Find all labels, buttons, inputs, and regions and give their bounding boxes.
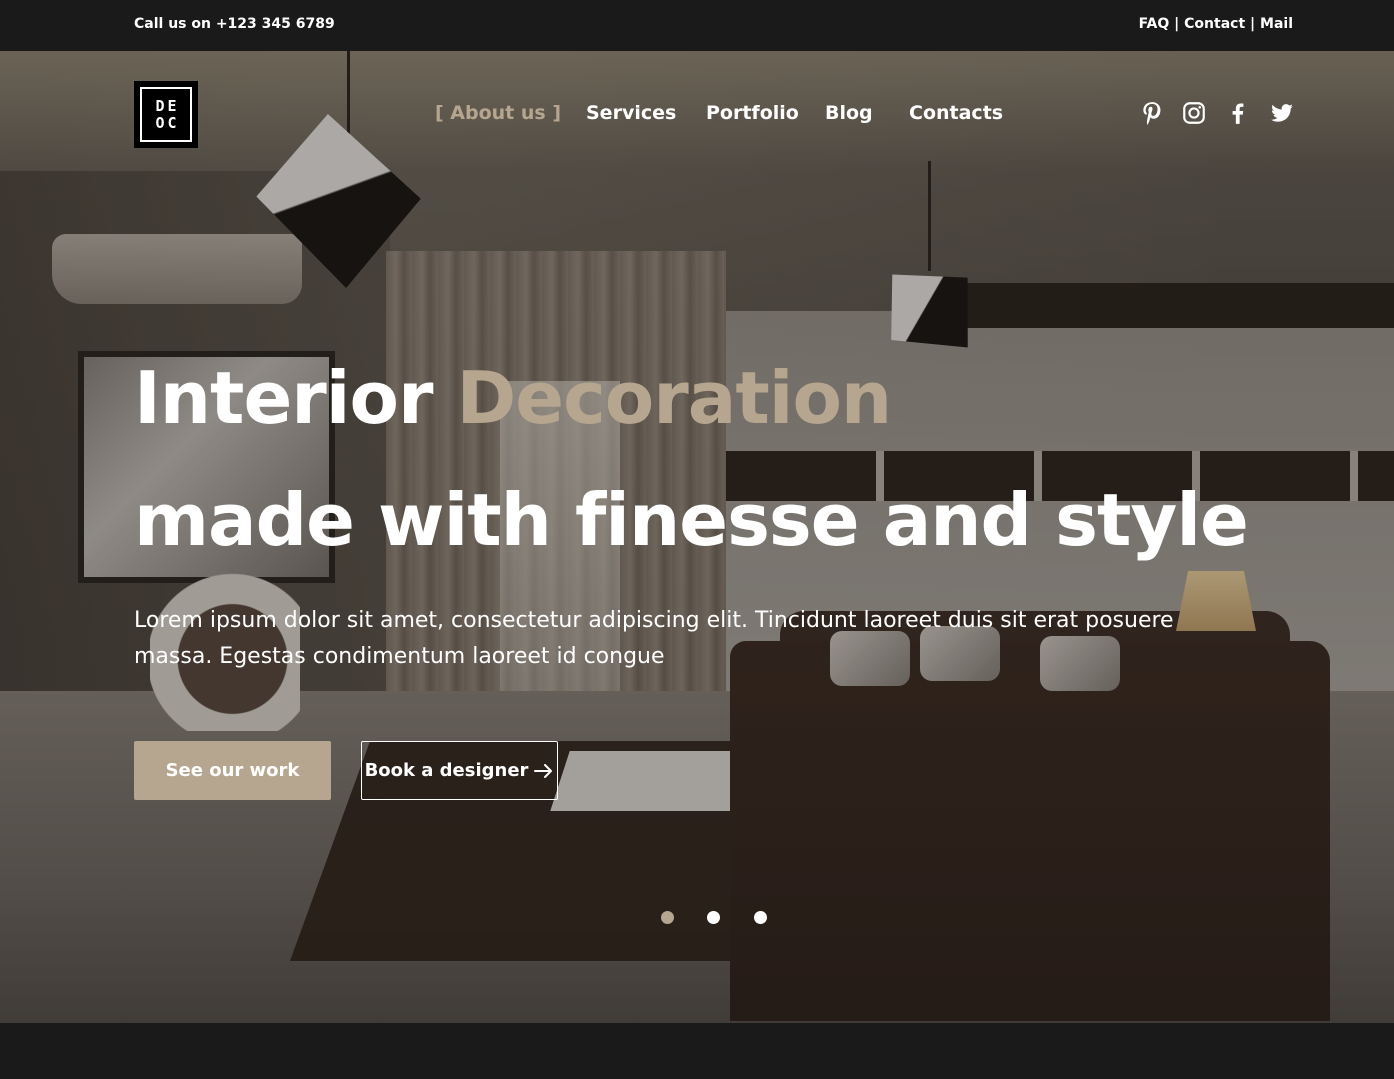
see-our-work-button[interactable]: See our work (134, 741, 331, 800)
hero-description: Lorem ipsum dolor sit amet, consectetur … (134, 608, 1174, 669)
mail-link[interactable]: Mail (1260, 16, 1293, 32)
hero-title-line-2: made with finesse and style (134, 478, 1249, 562)
logo-line: DE (155, 96, 180, 115)
pinterest-icon[interactable] (1139, 100, 1165, 126)
twitter-icon[interactable] (1269, 100, 1295, 126)
top-bar: Call us on +123 345 6789 FAQ | Contact |… (0, 0, 1394, 51)
nav-item-about-us[interactable]: [ About us ] (435, 102, 561, 124)
nav-item-contacts[interactable]: Contacts (909, 102, 1003, 124)
see-our-work-label: See our work (165, 760, 300, 781)
faq-link[interactable]: FAQ (1139, 16, 1170, 32)
nav-item-services[interactable]: Services (586, 102, 676, 124)
contact-link[interactable]: Contact (1184, 16, 1245, 32)
bottom-section (0, 1023, 1394, 1079)
hero-title-plain: Interior (134, 356, 457, 440)
hero-title-line-1: Interior Decoration (134, 356, 893, 440)
hero-title-accent: Decoration (456, 356, 893, 440)
carousel-dot-3[interactable] (754, 911, 767, 924)
carousel-dot-2[interactable] (707, 911, 720, 924)
nav-item-blog[interactable]: Blog (825, 102, 873, 124)
link-separator: | (1245, 16, 1261, 32)
carousel-dot-1[interactable] (661, 911, 674, 924)
link-separator: | (1169, 16, 1185, 32)
arrow-right-icon (534, 763, 554, 778)
logo[interactable]: DE OC (134, 81, 198, 148)
logo-mark: DE OC (140, 87, 192, 142)
top-links: FAQ | Contact | Mail (1139, 16, 1293, 32)
book-a-designer-label: Book a designer (364, 760, 529, 781)
nav-item-portfolio[interactable]: Portfolio (706, 102, 799, 124)
logo-line: OC (155, 113, 180, 132)
book-a-designer-button[interactable]: Book a designer (361, 741, 558, 800)
instagram-icon[interactable] (1181, 100, 1207, 126)
phone-number[interactable]: Call us on +123 345 6789 (134, 16, 335, 32)
facebook-icon[interactable] (1225, 100, 1251, 126)
